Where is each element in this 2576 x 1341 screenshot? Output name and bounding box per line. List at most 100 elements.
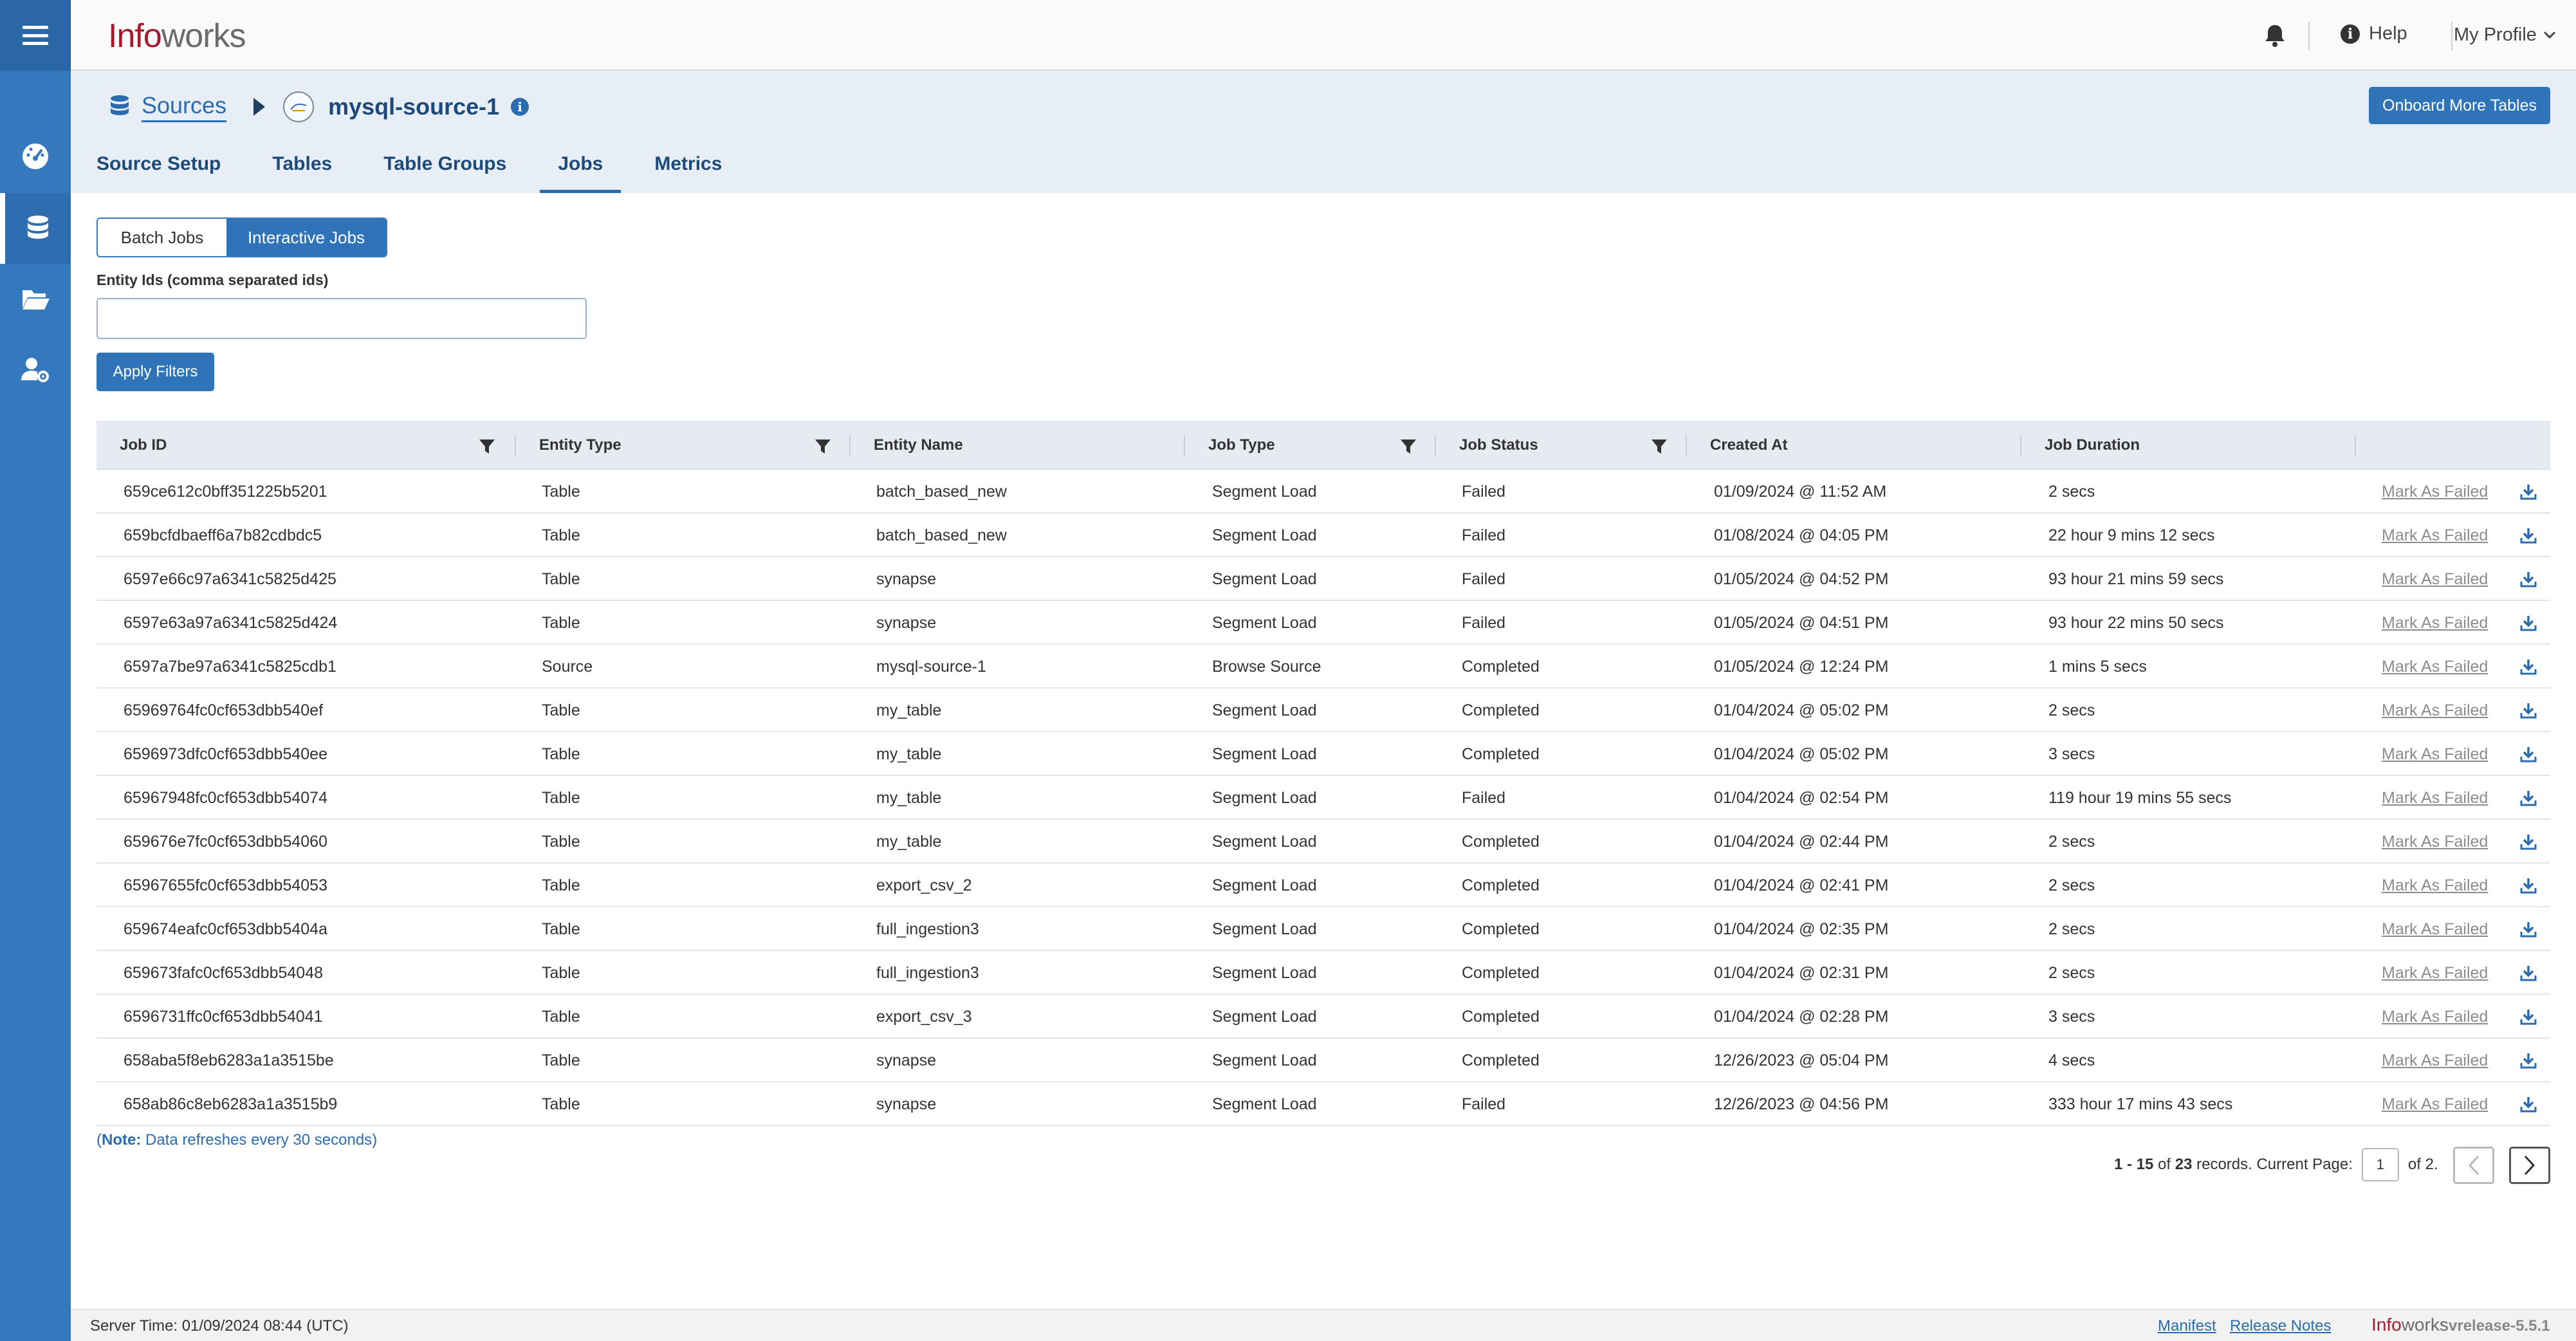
table-row[interactable]: 659ce612c0bff351225b5201 Table batch_based… <box>97 470 2550 513</box>
filter-icon[interactable] <box>1651 438 1668 455</box>
table-row[interactable]: 65969764fc0cf653dbb540ef Table my_table Seg… <box>97 689 2550 732</box>
table-row[interactable]: 659673fafc0cf653dbb54048 Table full_ingest… <box>97 951 2550 995</box>
table-row[interactable]: 659676e7fc0cf653dbb54060 Table my_table Seg… <box>97 820 2550 864</box>
column-header-created-at[interactable]: Created At <box>1710 421 1787 470</box>
column-header-job-status[interactable]: Job Status <box>1459 421 1538 470</box>
bell-icon[interactable] <box>2263 23 2286 48</box>
previous-page-button[interactable] <box>2453 1147 2494 1184</box>
mark-as-failed-link[interactable]: Mark As Failed <box>2382 601 2488 645</box>
download-icon[interactable] <box>2519 483 2537 501</box>
download-icon[interactable] <box>2519 833 2537 851</box>
column-divider[interactable] <box>1184 435 1185 457</box>
column-divider[interactable] <box>849 435 851 457</box>
table-row[interactable]: 6597a7be97a6341c5825cdb1 Source mysql-sour… <box>97 645 2550 689</box>
header-divider <box>2308 22 2310 50</box>
table-row[interactable]: 6596731ffc0cf653dbb54041 Table export_csv_… <box>97 995 2550 1039</box>
cell-job-status: Failed <box>1462 1095 1506 1113</box>
cell-created-at: 01/04/2024 @ 02:44 PM <box>1714 832 1889 851</box>
cell-job-duration: 2 secs <box>2048 920 2095 938</box>
column-divider[interactable] <box>1686 435 1687 457</box>
nav-files[interactable] <box>0 264 71 335</box>
cell-job-id: 65969764fc0cf653dbb540ef <box>124 701 324 719</box>
mark-as-failed-link[interactable]: Mark As Failed <box>2382 820 2488 864</box>
cell-entity-type: Table <box>542 963 580 982</box>
column-divider[interactable] <box>2355 435 2356 457</box>
table-row[interactable]: 6596973dfc0cf653dbb540ee Table my_table Seg… <box>97 732 2550 776</box>
info-icon[interactable]: i <box>511 98 529 116</box>
download-icon[interactable] <box>2519 526 2537 544</box>
interactive-jobs-button[interactable]: Interactive Jobs <box>226 219 386 256</box>
mark-as-failed-link[interactable]: Mark As Failed <box>2382 995 2488 1039</box>
column-header-entity-type[interactable]: Entity Type <box>539 421 621 470</box>
download-icon[interactable] <box>2519 789 2537 807</box>
column-header-job-duration[interactable]: Job Duration <box>2045 421 2140 470</box>
column-divider[interactable] <box>2020 435 2021 457</box>
mark-as-failed-link[interactable]: Mark As Failed <box>2382 776 2488 820</box>
current-page-input[interactable]: 1 <box>2361 1148 2399 1181</box>
profile-menu[interactable]: My Profile <box>2454 24 2556 46</box>
download-icon[interactable] <box>2519 1095 2537 1113</box>
table-row[interactable]: 659bcfdbaeff6a7b82cdbdc5 Table batch_based… <box>97 513 2550 557</box>
cell-job-status: Completed <box>1462 744 1540 763</box>
table-row[interactable]: 658ab86c8eb6283a1a3515b9 Table synapse Segm… <box>97 1082 2550 1126</box>
mark-as-failed-link[interactable]: Mark As Failed <box>2382 1082 2488 1126</box>
menu-toggle-button[interactable] <box>0 0 71 71</box>
mark-as-failed-link[interactable]: Mark As Failed <box>2382 689 2488 732</box>
download-icon[interactable] <box>2519 964 2537 982</box>
job-type-toggle: Batch Jobs Interactive Jobs <box>97 217 387 257</box>
nav-admin[interactable] <box>0 335 71 405</box>
table-row[interactable]: 6597e63a97a6341c5825d424 Table synapse Segm… <box>97 601 2550 645</box>
mark-as-failed-link[interactable]: Mark As Failed <box>2382 907 2488 951</box>
tab-tables[interactable]: Tables <box>272 145 332 193</box>
mark-as-failed-link[interactable]: Mark As Failed <box>2382 951 2488 995</box>
filter-icon[interactable] <box>814 438 831 455</box>
column-header-entity-name[interactable]: Entity Name <box>874 421 963 470</box>
filter-icon[interactable] <box>479 438 495 455</box>
download-icon[interactable] <box>2519 570 2537 588</box>
table-row[interactable]: 659674eafc0cf653dbb5404a Table full_ingest… <box>97 907 2550 951</box>
mark-as-failed-link[interactable]: Mark As Failed <box>2382 1039 2488 1082</box>
filter-icon[interactable] <box>1400 438 1417 455</box>
infoworks-logo[interactable]: Infoworks <box>108 17 246 55</box>
next-page-button[interactable] <box>2509 1147 2550 1184</box>
tab-metrics[interactable]: Metrics <box>654 145 722 193</box>
mark-as-failed-link[interactable]: Mark As Failed <box>2382 470 2488 513</box>
mark-as-failed-link[interactable]: Mark As Failed <box>2382 645 2488 689</box>
table-row[interactable]: 658aba5f8eb6283a1a3515be Table synapse Segm… <box>97 1039 2550 1082</box>
mark-as-failed-link[interactable]: Mark As Failed <box>2382 513 2488 557</box>
tab-source-setup[interactable]: Source Setup <box>97 145 221 193</box>
apply-filters-button[interactable]: Apply Filters <box>97 353 214 391</box>
cell-job-type: Segment Load <box>1212 613 1317 632</box>
download-icon[interactable] <box>2519 1051 2537 1069</box>
column-header-job-type[interactable]: Job Type <box>1208 421 1275 470</box>
cell-created-at: 01/08/2024 @ 04:05 PM <box>1714 526 1889 544</box>
column-divider[interactable] <box>1435 435 1436 457</box>
manifest-link[interactable]: Manifest <box>2158 1317 2216 1335</box>
mark-as-failed-link[interactable]: Mark As Failed <box>2382 864 2488 907</box>
help-menu[interactable]: i Help <box>2341 23 2407 44</box>
cell-entity-name: my_table <box>876 832 942 851</box>
breadcrumb-sources-link[interactable]: Sources <box>142 92 227 122</box>
entity-ids-input[interactable] <box>97 298 587 339</box>
mark-as-failed-link[interactable]: Mark As Failed <box>2382 557 2488 601</box>
table-row[interactable]: 6597e66c97a6341c5825d425 Table synapse Segm… <box>97 557 2550 601</box>
download-icon[interactable] <box>2519 1008 2537 1026</box>
download-icon[interactable] <box>2519 876 2537 894</box>
nav-sources[interactable] <box>0 193 71 264</box>
column-divider[interactable] <box>515 435 516 457</box>
column-header-job-id[interactable]: Job ID <box>120 421 167 470</box>
mark-as-failed-link[interactable]: Mark As Failed <box>2382 732 2488 776</box>
tab-jobs[interactable]: Jobs <box>540 145 621 193</box>
download-icon[interactable] <box>2519 745 2537 763</box>
table-row[interactable]: 65967948fc0cf653dbb54074 Table my_table Seg… <box>97 776 2550 820</box>
batch-jobs-button[interactable]: Batch Jobs <box>98 219 226 256</box>
onboard-more-tables-button[interactable]: Onboard More Tables <box>2369 87 2550 124</box>
download-icon[interactable] <box>2519 701 2537 719</box>
download-icon[interactable] <box>2519 920 2537 938</box>
nav-dashboard[interactable] <box>0 121 71 192</box>
download-icon[interactable] <box>2519 614 2537 632</box>
download-icon[interactable] <box>2519 658 2537 676</box>
table-row[interactable]: 65967655fc0cf653dbb54053 Table export_csv_… <box>97 864 2550 907</box>
tab-table-groups[interactable]: Table Groups <box>383 145 506 193</box>
release-notes-link[interactable]: Release Notes <box>2230 1317 2331 1335</box>
